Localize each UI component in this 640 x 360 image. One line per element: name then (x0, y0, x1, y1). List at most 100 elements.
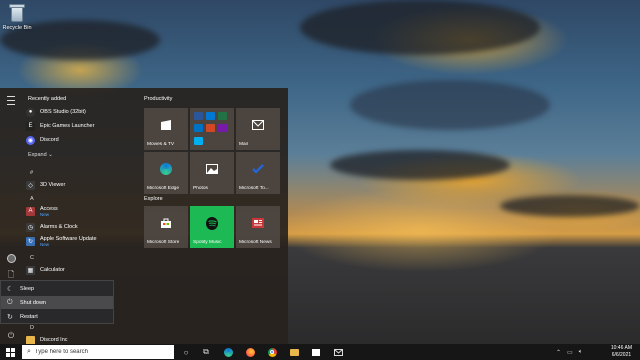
restart-option[interactable]: ↻ Restart (1, 310, 113, 323)
skype-icon (194, 136, 203, 145)
firefox-icon[interactable] (244, 346, 256, 358)
film-icon (160, 119, 172, 131)
shut-down-option[interactable]: ⏻ Shut down (1, 296, 113, 309)
power-icon[interactable]: ⏻ (4, 330, 18, 342)
hamburger-menu-icon[interactable] (4, 94, 18, 106)
app-name: Discord Inc (40, 337, 68, 343)
restart-label: Restart (20, 313, 38, 320)
clock-time: 10:46 AM (610, 345, 632, 351)
tile-microsoft-edge[interactable]: Microsoft Edge (144, 152, 188, 194)
productivity-group-title: Productivity (144, 96, 173, 102)
recently-added-heading: Recently added (28, 96, 67, 102)
spotify-icon (206, 216, 218, 230)
wallpaper-cloud (500, 195, 640, 217)
start-button[interactable] (0, 344, 20, 360)
powerpoint-icon (206, 124, 215, 133)
tile-office-apps[interactable] (190, 108, 234, 150)
search-input[interactable] (34, 349, 165, 355)
app-item-apple-update[interactable]: ↻ Apple Software Update New (26, 235, 134, 247)
tile-spotify[interactable]: Spotify Music (190, 206, 234, 248)
tile-label: Microsoft Store (147, 240, 180, 245)
mail-icon (252, 119, 264, 131)
tile-label: Microsoft To... (239, 186, 269, 191)
restart-icon: ↻ (7, 313, 13, 321)
tile-mail[interactable]: Mail (236, 108, 280, 150)
discord-icon: ◉ (26, 135, 35, 145)
tile-label: Photos (193, 186, 208, 191)
obs-icon: ● (26, 107, 35, 117)
app-item-discord-inc[interactable]: Discord Inc (26, 334, 134, 344)
wallpaper-cloud (350, 80, 550, 130)
tile-label: Mail (239, 142, 248, 147)
cortana-icon[interactable]: ○ (180, 346, 192, 358)
mail-taskbar-icon[interactable] (332, 346, 344, 358)
store-taskbar-icon[interactable] (310, 346, 322, 358)
section-letter[interactable]: C (30, 255, 34, 261)
app-item-obs[interactable]: ● OBS Studio (32bit) (26, 106, 134, 118)
app-name: Discord (40, 137, 59, 143)
new-badge: New (40, 211, 50, 217)
app-item-discord[interactable]: ◉ Discord (26, 134, 134, 146)
calculator-icon: ▦ (26, 265, 35, 275)
app-name: Alarms & Clock (40, 224, 78, 230)
sleep-option[interactable]: ☾ Sleep (1, 282, 113, 295)
tile-microsoft-todo[interactable]: Microsoft To... (236, 152, 280, 194)
wallpaper-cloud (300, 0, 540, 55)
app-item-alarms[interactable]: ◷ Alarms & Clock (26, 221, 134, 233)
app-item-epic[interactable]: E Epic Games Launcher (26, 120, 134, 132)
app-name: Calculator (40, 267, 65, 273)
network-icon[interactable]: ▭ (567, 349, 573, 356)
expand-button[interactable]: Expand ⌄ (28, 152, 53, 158)
power-icon: ⏻ (7, 298, 13, 306)
tile-movies-tv[interactable]: Movies & TV (144, 108, 188, 150)
checkmark-icon (252, 163, 264, 175)
chrome-icon[interactable] (266, 346, 278, 358)
user-avatar-icon[interactable] (4, 252, 18, 264)
file-explorer-icon[interactable] (288, 346, 300, 358)
app-item-calculator[interactable]: ▦ Calculator (26, 264, 134, 276)
chevron-down-icon: ⌄ (48, 152, 53, 158)
store-icon (160, 217, 172, 229)
section-letter[interactable]: # (30, 170, 33, 176)
section-letter[interactable]: D (30, 325, 34, 331)
news-icon (252, 217, 264, 229)
tile-label: Movies & TV (147, 142, 175, 147)
epic-icon: E (26, 121, 35, 131)
taskbar-clock[interactable]: 10:46 AM 6/6/2021 (611, 345, 632, 359)
recycle-bin-icon (8, 3, 26, 23)
tile-label: Microsoft Edge (147, 186, 179, 191)
expand-label: Expand (28, 152, 47, 158)
task-view-icon[interactable]: ⧉ (200, 346, 212, 358)
app-item-access[interactable]: A Access New (26, 205, 134, 217)
tile-microsoft-news[interactable]: Microsoft News (236, 206, 280, 248)
app-item-3d-viewer[interactable]: ◇ 3D Viewer (26, 179, 134, 191)
wallpaper-cloud (330, 150, 510, 180)
office-apps-grid (194, 112, 230, 146)
onedrive-icon (206, 112, 215, 120)
recycle-bin-shortcut[interactable]: Recycle Bin (2, 3, 32, 31)
excel-icon (218, 112, 227, 120)
taskbar-search[interactable]: ⌕ (22, 345, 174, 359)
tile-photos[interactable]: Photos (190, 152, 234, 194)
clock-date: 6/6/2021 (611, 352, 632, 358)
folder-icon (26, 335, 35, 344)
app-name: Epic Games Launcher (40, 123, 95, 129)
new-badge: New (40, 241, 50, 247)
sleep-label: Sleep (20, 285, 35, 292)
cube-icon: ◇ (26, 180, 35, 190)
alarm-icon: ◷ (26, 222, 35, 232)
taskbar: ⌕ ○ ⧉ ⌃ ▭ 🔈︎ 10:46 AM 6/6/2021 (0, 344, 640, 360)
windows-logo-icon (5, 347, 15, 357)
tile-label: Microsoft News (239, 240, 272, 245)
chevron-up-icon[interactable]: ⌃ (556, 349, 561, 356)
recycle-bin-label: Recycle Bin (2, 25, 32, 31)
onenote-icon (218, 124, 227, 133)
explore-group-title: Explore (144, 196, 163, 202)
moon-icon: ☾ (7, 285, 14, 293)
word-icon (194, 112, 203, 120)
app-name: OBS Studio (32bit) (40, 109, 86, 115)
section-letter[interactable]: A (30, 196, 34, 202)
tile-microsoft-store[interactable]: Microsoft Store (144, 206, 188, 248)
volume-icon[interactable]: 🔈︎ (579, 349, 583, 356)
edge-taskbar-icon[interactable] (222, 346, 234, 358)
